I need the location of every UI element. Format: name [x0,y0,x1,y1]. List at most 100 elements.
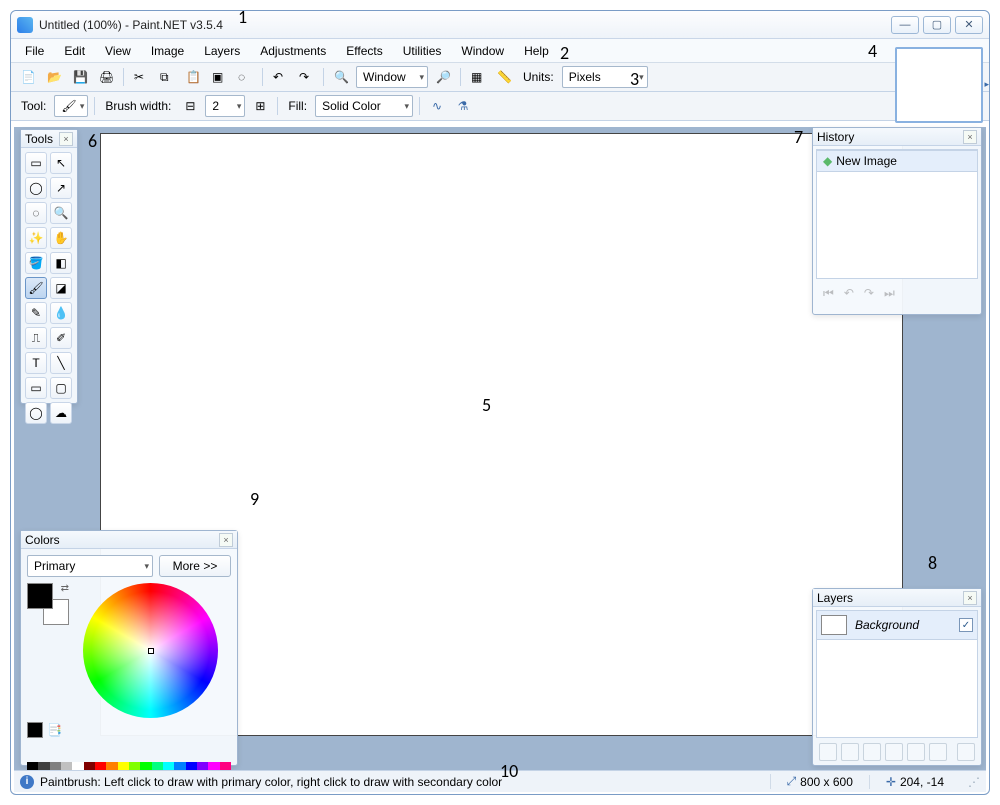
layers-panel-title[interactable]: Layers × [813,589,981,607]
gradient-tool[interactable]: ◧ [50,252,72,274]
add-color-swatch[interactable] [27,722,43,738]
menu-adjustments[interactable]: Adjustments [250,42,336,60]
redo-button[interactable]: ↷ [295,66,317,88]
minimize-button[interactable]: — [891,16,919,34]
color-picker-tool[interactable]: 💧 [50,302,72,324]
cut-button[interactable]: ✂ [130,66,152,88]
deselect-button[interactable]: ◌ [234,66,256,88]
move-selection-tool[interactable]: ↗ [50,177,72,199]
crop-button[interactable]: ▣ [208,66,230,88]
paintbrush-tool[interactable]: 🖌 [25,277,47,299]
move-layer-up-button[interactable] [907,743,925,761]
move-tool[interactable]: ↖ [50,152,72,174]
duplicate-layer-button[interactable] [863,743,881,761]
line-tool[interactable]: ╲ [50,352,72,374]
crop-icon: ▣ [212,70,226,84]
zoom-out-button[interactable]: 🔍 [330,66,352,88]
recolor-tool[interactable]: ✐ [50,327,72,349]
ellipse-tool[interactable]: ◯ [25,402,47,424]
ellipse-select-tool[interactable]: ◌ [25,202,47,224]
tool-chooser[interactable]: 🖌 [54,95,88,117]
tools-panel-title[interactable]: Tools × [21,130,77,148]
history-undo-icon[interactable]: ↶ [844,286,854,301]
close-button[interactable]: ✕ [955,16,983,34]
print-button[interactable]: 🖨 [95,66,117,88]
history-list[interactable]: ◆ New Image [816,149,978,279]
zoom-in-button[interactable]: 🔎 [432,66,454,88]
swap-colors-icon[interactable]: ⇄ [61,583,69,594]
menu-layers[interactable]: Layers [194,42,250,60]
tools-panel-close[interactable]: × [59,132,73,146]
freeform-tool[interactable]: ☁ [50,402,72,424]
antialias-button[interactable]: ∿ [426,95,448,117]
brush-width-inc-button[interactable]: ⊞ [249,95,271,117]
magic-wand-tool[interactable]: ✨ [25,227,47,249]
blend-button[interactable]: ⚗ [452,95,474,117]
menu-view[interactable]: View [95,42,141,60]
menu-help[interactable]: Help [514,42,559,60]
palette-menu-icon[interactable]: 📑 [47,723,62,737]
undo-button[interactable]: ↶ [269,66,291,88]
lasso-select-tool[interactable]: ◯ [25,177,47,199]
resize-grip-icon[interactable]: ⋰ [968,775,980,789]
color-wheel[interactable] [83,583,218,718]
window-title: Untitled (100%) - Paint.NET v3.5.4 [39,18,887,32]
menu-edit[interactable]: Edit [54,42,95,60]
grid-button[interactable]: ▦ [467,66,489,88]
menu-window[interactable]: Window [451,42,514,60]
history-redo-icon[interactable]: ↷ [864,286,874,301]
zoom-in-icon: 🔎 [436,70,450,84]
text-tool[interactable]: T [25,352,47,374]
zoom-tool[interactable]: 🔍 [50,202,72,224]
move-layer-down-button[interactable] [929,743,947,761]
pan-tool[interactable]: ✋ [50,227,72,249]
thumbnail-list-icon[interactable]: ▸ [984,79,989,90]
open-button[interactable]: 📂 [43,66,65,88]
layers-list[interactable]: Background ✓ [816,610,978,738]
layer-visibility-checkbox[interactable]: ✓ [959,618,973,632]
menu-image[interactable]: Image [141,42,194,60]
save-button[interactable]: 💾 [69,66,91,88]
history-forward-icon[interactable]: ⏭ [884,286,895,301]
ruler-button[interactable]: 📏 [493,66,515,88]
layer-item[interactable]: Background ✓ [817,611,977,640]
zoom-dropdown[interactable]: Window [356,66,428,88]
menu-effects[interactable]: Effects [336,42,392,60]
layer-properties-button[interactable] [957,743,975,761]
ruler-icon: 📏 [497,70,511,84]
copy-button[interactable]: ⧉ [156,66,178,88]
clone-stamp-tool[interactable]: ⎍ [25,327,47,349]
history-panel-title[interactable]: History × [813,128,981,146]
history-rewind-icon[interactable]: ⏮ [823,286,834,301]
add-layer-button[interactable] [819,743,837,761]
minus-icon: ⊟ [185,99,195,113]
color-mode-dropdown[interactable]: Primary [27,555,153,577]
layers-panel-close[interactable]: × [963,591,977,605]
history-item[interactable]: ◆ New Image [817,150,977,172]
brush-width-dec-button[interactable]: ⊟ [179,95,201,117]
delete-layer-button[interactable] [841,743,859,761]
maximize-button[interactable]: ▢ [923,16,951,34]
color-more-button[interactable]: More >> [159,555,231,577]
fill-tool[interactable]: 🪣 [25,252,47,274]
colors-panel-close[interactable]: × [219,533,233,547]
menu-file[interactable]: File [15,42,54,60]
image-thumbnail[interactable]: ▸ [895,47,983,123]
history-panel-close[interactable]: × [963,130,977,144]
brush-width-field[interactable]: 2 [205,95,245,117]
menu-utilities[interactable]: Utilities [393,42,452,60]
rectangle-tool[interactable]: ▭ [25,377,47,399]
primary-secondary-swatches[interactable]: ⇄ [27,583,69,625]
merge-layer-button[interactable] [885,743,903,761]
primary-color-swatch[interactable] [27,583,53,609]
rectangle-select-tool[interactable]: ▭ [25,152,47,174]
fill-dropdown[interactable]: Solid Color [315,95,413,117]
paste-button[interactable]: 📋 [182,66,204,88]
status-hint: Paintbrush: Left click to draw with prim… [40,775,770,789]
pencil-tool[interactable]: ✎ [25,302,47,324]
rounded-rectangle-tool[interactable]: ▢ [50,377,72,399]
new-button[interactable]: 📄 [17,66,39,88]
colors-panel-title[interactable]: Colors × [21,531,237,549]
color-wheel-cursor[interactable] [148,648,154,654]
eraser-tool[interactable]: ◪ [50,277,72,299]
